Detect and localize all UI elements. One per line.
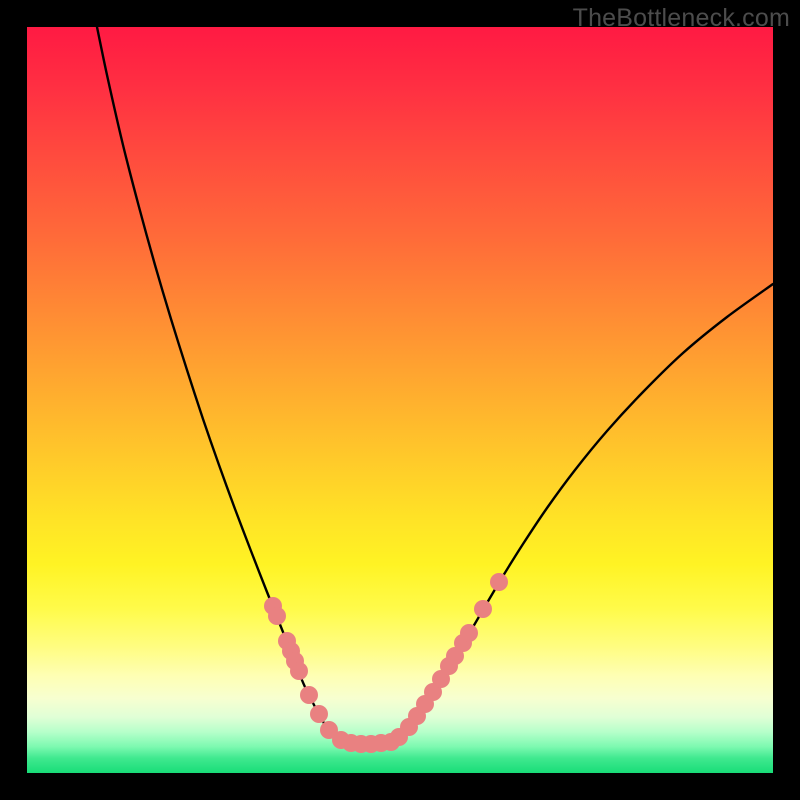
data-marker [300, 686, 318, 704]
data-marker [310, 705, 328, 723]
plot-area [27, 27, 773, 773]
data-marker [460, 624, 478, 642]
bottleneck-curve-plot [27, 27, 773, 773]
data-marker [268, 607, 286, 625]
curve-markers [264, 573, 508, 753]
data-marker [474, 600, 492, 618]
data-marker [490, 573, 508, 591]
watermark-text: TheBottleneck.com [573, 4, 790, 33]
curve-line [97, 27, 773, 744]
data-marker [290, 662, 308, 680]
